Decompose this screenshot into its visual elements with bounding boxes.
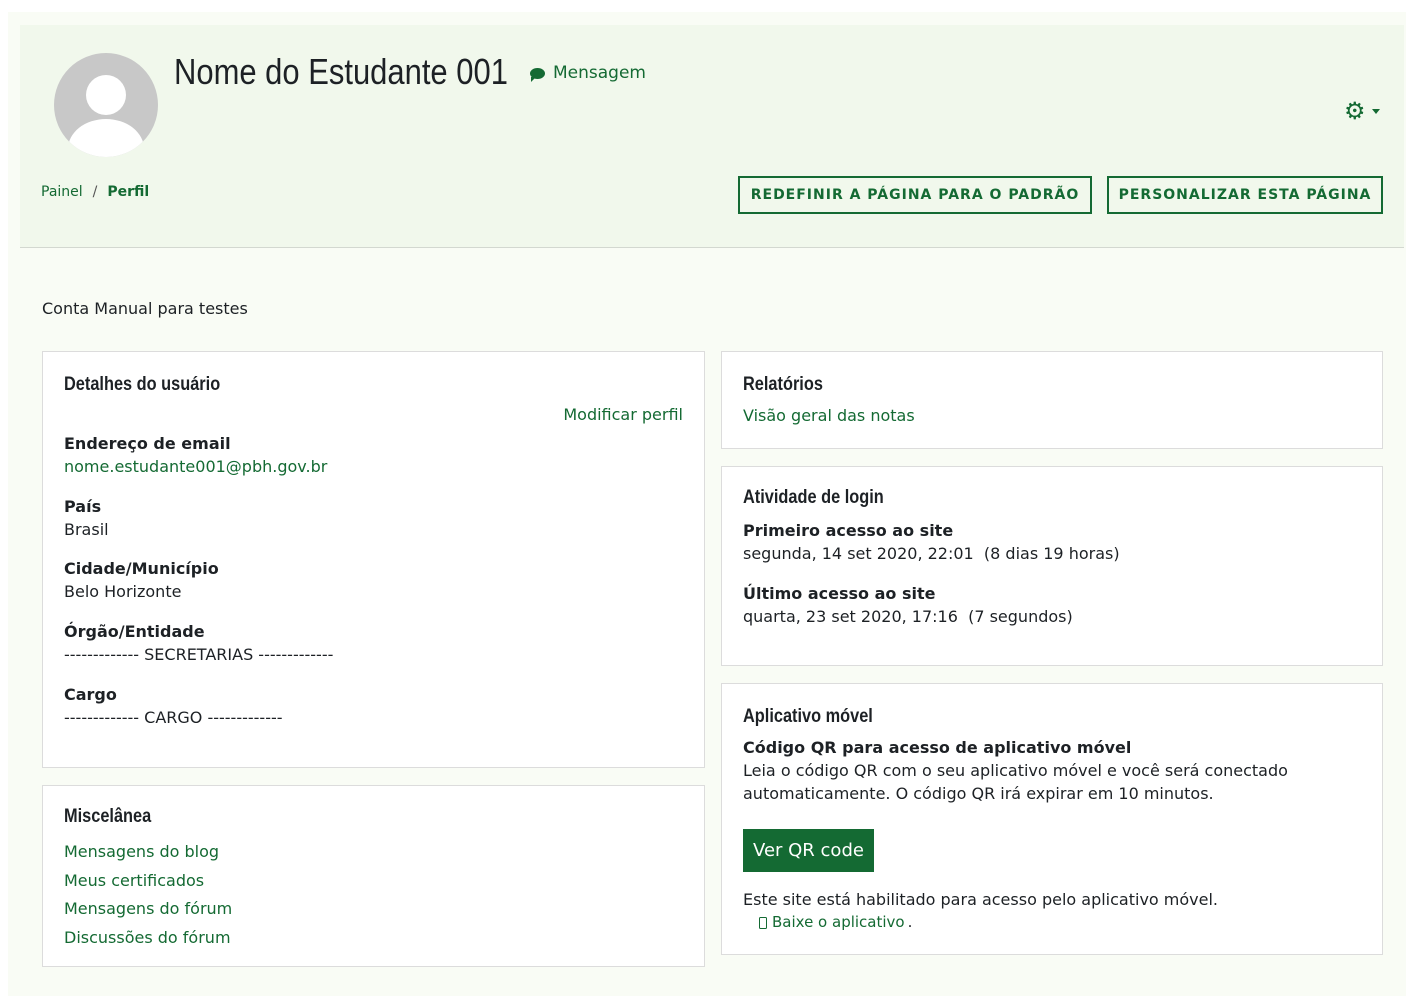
forum-posts-link[interactable]: Mensagens do fórum — [64, 899, 232, 918]
page-header: Nome do Estudante 001 Mensagem ⚙ Painel … — [20, 25, 1404, 248]
role-field: Cargo ------------- CARGO ------------- — [64, 683, 283, 729]
email-link[interactable]: nome.estudante001@pbh.gov.br — [64, 457, 327, 476]
customize-page-button[interactable]: PERSONALIZAR ESTA PÁGINA — [1107, 176, 1383, 214]
page-title: Nome do Estudante 001 — [174, 51, 508, 92]
mobile-phone-icon — [759, 916, 767, 929]
reset-page-button[interactable]: REDEFINIR A PÁGINA PARA O PADRÃO — [738, 176, 1092, 214]
list-item: Discussões do fórum — [64, 924, 232, 953]
blog-posts-link[interactable]: Mensagens do blog — [64, 842, 219, 861]
gear-icon: ⚙ — [1344, 97, 1366, 125]
country-label: País — [64, 497, 102, 516]
organization-field: Órgão/Entidade ------------- SECRETARIAS… — [64, 620, 333, 666]
breadcrumb-home[interactable]: Painel — [41, 184, 83, 200]
breadcrumb-separator: / — [92, 184, 98, 200]
message-label: Mensagem — [553, 63, 646, 83]
mobile-enabled-text: Este site está habilitado para acesso pe… — [743, 890, 1218, 909]
first-access-value: segunda, 14 set 2020, 22:01 (8 dias 19 h… — [743, 544, 1120, 563]
miscellaneous-title: Miscelânea — [64, 806, 152, 827]
last-access-field: Último acesso ao site quarta, 23 set 202… — [743, 582, 1073, 628]
page-settings-menu[interactable]: ⚙ — [1344, 99, 1380, 123]
account-description: Conta Manual para testes — [42, 299, 248, 318]
download-app-line: Baixe o aplicativo. — [759, 911, 912, 934]
miscellaneous-links: Mensagens do blog Meus certificados Mens… — [64, 838, 232, 952]
breadcrumb-current[interactable]: Perfil — [107, 184, 149, 200]
email-label: Endereço de email — [64, 434, 231, 453]
message-bubble-icon — [530, 67, 545, 82]
download-app-suffix: . — [907, 913, 913, 931]
user-avatar[interactable] — [54, 53, 158, 157]
qr-description: Leia o código QR com o seu aplicativo mó… — [743, 761, 1288, 803]
breadcrumb: Painel / Perfil — [41, 184, 149, 200]
reports-title: Relatórios — [743, 374, 823, 395]
city-label: Cidade/Município — [64, 559, 219, 578]
view-qr-code-button[interactable]: Ver QR code — [743, 829, 874, 872]
forum-discussions-link[interactable]: Discussões do fórum — [64, 928, 231, 947]
last-access-value: quarta, 23 set 2020, 17:16 (7 segundos) — [743, 607, 1073, 626]
my-certificates-link[interactable]: Meus certificados — [64, 871, 204, 890]
avatar-head-shape — [86, 75, 126, 115]
first-access-label: Primeiro acesso ao site — [743, 521, 954, 540]
miscellaneous-card: Miscelânea Mensagens do blog Meus certif… — [42, 785, 705, 967]
country-field: País Brasil — [64, 495, 109, 541]
organization-label: Órgão/Entidade — [64, 622, 205, 641]
list-item: Mensagens do fórum — [64, 895, 232, 924]
email-field: Endereço de email nome.estudante001@pbh.… — [64, 432, 327, 478]
caret-down-icon — [1371, 108, 1380, 114]
role-label: Cargo — [64, 685, 117, 704]
avatar-body-shape — [68, 119, 144, 157]
user-details-title: Detalhes do usuário — [64, 374, 221, 395]
mobile-app-card: Aplicativo móvel Código QR para acesso d… — [721, 683, 1383, 955]
city-field: Cidade/Município Belo Horizonte — [64, 557, 219, 603]
first-access-field: Primeiro acesso ao site segunda, 14 set … — [743, 519, 1120, 565]
login-activity-card: Atividade de login Primeiro acesso ao si… — [721, 466, 1383, 666]
country-value: Brasil — [64, 520, 109, 539]
download-app-link[interactable]: Baixe o aplicativo — [772, 911, 905, 934]
list-item: Meus certificados — [64, 867, 232, 896]
mobile-app-title: Aplicativo móvel — [743, 706, 873, 727]
organization-value: ------------- SECRETARIAS ------------- — [64, 645, 334, 664]
list-item: Mensagens do blog — [64, 838, 232, 867]
grades-overview-link[interactable]: Visão geral das notas — [743, 406, 915, 425]
qr-heading: Código QR para acesso de aplicativo móve… — [743, 738, 1132, 757]
reports-card: Relatórios Visão geral das notas — [721, 351, 1383, 449]
last-access-label: Último acesso ao site — [743, 584, 936, 603]
user-details-card: Detalhes do usuário Modificar perfil End… — [42, 351, 705, 768]
login-activity-title: Atividade de login — [743, 487, 884, 508]
edit-profile-link[interactable]: Modificar perfil — [563, 405, 683, 424]
city-value: Belo Horizonte — [64, 582, 182, 601]
role-value: ------------- CARGO ------------- — [64, 708, 283, 727]
message-link[interactable]: Mensagem — [530, 63, 646, 83]
